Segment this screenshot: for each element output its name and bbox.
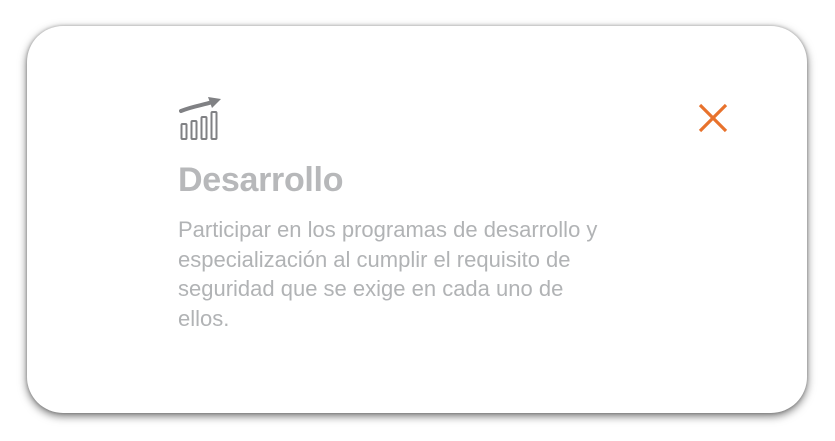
info-modal: Desarrollo Participar en los programas d… bbox=[27, 26, 807, 413]
modal-description: Participar en los programas de desarroll… bbox=[178, 217, 598, 331]
growth-bars-icon bbox=[179, 96, 223, 142]
close-button[interactable] bbox=[695, 100, 731, 136]
close-icon[interactable] bbox=[695, 100, 731, 136]
modal-title: Desarrollo bbox=[178, 161, 344, 199]
